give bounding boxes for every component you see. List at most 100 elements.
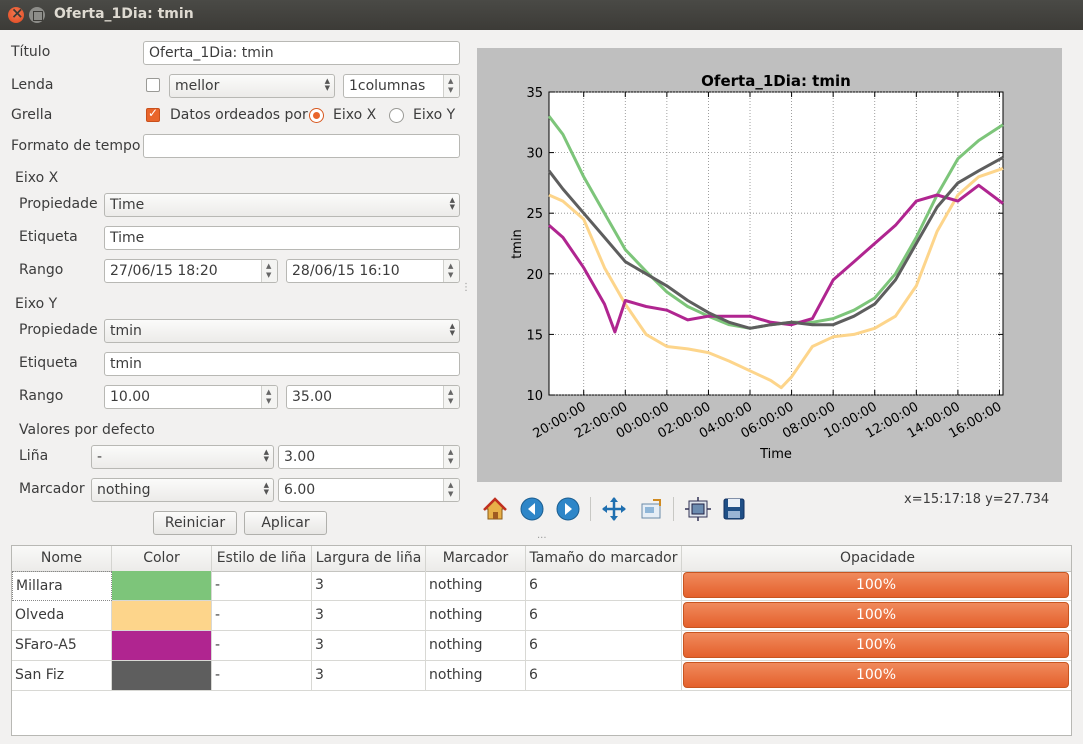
- save-icon[interactable]: [720, 495, 748, 523]
- zoom-icon[interactable]: [637, 495, 665, 523]
- linea-style-select[interactable]: - ▲ ▼: [91, 445, 274, 469]
- column-header-estilo[interactable]: Estilo de liña: [212, 546, 312, 572]
- spin-arrows-icon[interactable]: ▲ ▼: [443, 479, 459, 501]
- maximize-icon[interactable]: [29, 7, 45, 23]
- eixo-y-propiedade-select[interactable]: tmin ▲ ▼: [104, 319, 460, 343]
- eixo-x-radio[interactable]: [309, 108, 324, 123]
- table-cell-color[interactable]: [112, 661, 212, 691]
- plot-canvas[interactable]: 10 15 20 25 30 35 20:00:00 22:00:00 00:00:00 02:0…: [477, 48, 1062, 482]
- table-cell-marcador[interactable]: nothing: [426, 631, 526, 661]
- eixo-x-etiqueta-input[interactable]: Time: [104, 226, 460, 250]
- marcador-select[interactable]: nothing ▲ ▼: [91, 478, 274, 502]
- table-cell-tamano[interactable]: 6: [526, 661, 682, 691]
- column-header-largura[interactable]: Largura de liña: [312, 546, 426, 572]
- table-cell-tamano[interactable]: 6: [526, 601, 682, 631]
- eixo-x-rango-max[interactable]: 28/06/15 16:10 ▲ ▼: [286, 259, 460, 283]
- home-icon[interactable]: [481, 495, 509, 523]
- splitter-handle-horizontal[interactable]: ···: [537, 533, 547, 544]
- opacity-progress-bar[interactable]: 100%: [683, 602, 1069, 628]
- table-cell-tamano[interactable]: 6: [526, 571, 682, 601]
- series-table: Nome Color Estilo de liña Largura de liñ…: [11, 545, 1072, 736]
- column-header-marcador[interactable]: Marcador: [426, 546, 526, 572]
- eixo-x-rango-min[interactable]: 27/06/15 18:20 ▲ ▼: [104, 259, 278, 283]
- chart-svg: 10152025303520:00:0022:00:0000:00:0002:0…: [510, 72, 1004, 462]
- y-tick-label: 20: [526, 268, 543, 283]
- spin-arrows-icon[interactable]: ▲ ▼: [261, 386, 277, 408]
- table-cell-marcador[interactable]: nothing: [426, 601, 526, 631]
- updown-arrows-icon: ▲ ▼: [449, 196, 455, 211]
- lenda-columns-spin[interactable]: 1columnas ▲ ▼: [343, 74, 460, 98]
- x-axis-label: Time: [759, 447, 792, 462]
- forward-icon[interactable]: [554, 495, 582, 523]
- table-cell-marcador[interactable]: nothing: [426, 661, 526, 691]
- y-axis-label: tmin: [510, 229, 525, 259]
- table-cell-color[interactable]: [112, 631, 212, 661]
- table-cell-largura[interactable]: 3: [312, 661, 426, 691]
- splitter-handle[interactable]: ⋮: [461, 282, 471, 293]
- formato-tempo-input[interactable]: [143, 134, 460, 158]
- table-cell-largura[interactable]: 3: [312, 601, 426, 631]
- table-cell-nome[interactable]: Millara: [12, 571, 112, 601]
- opacity-progress-bar[interactable]: 100%: [683, 662, 1069, 688]
- defaults-section: Valores por defecto: [19, 422, 155, 438]
- eixo-y-propiedade-label: Propiedade: [19, 322, 98, 338]
- grella-checkbox[interactable]: [146, 106, 160, 122]
- table-cell-largura[interactable]: 3: [312, 631, 426, 661]
- titulo-input[interactable]: Oferta_1Dia: tmin: [143, 41, 460, 65]
- table-cell-tamano[interactable]: 6: [526, 631, 682, 661]
- eixo-y-radio[interactable]: [389, 108, 404, 123]
- lenda-position-select[interactable]: mellor ▲ ▼: [169, 74, 335, 98]
- column-header-color[interactable]: Color: [112, 546, 212, 572]
- eixo-x-rango-label: Rango: [19, 262, 64, 278]
- table-cell-estilo[interactable]: -: [212, 571, 312, 601]
- table-cell-nome[interactable]: San Fiz: [12, 661, 112, 691]
- toolbar-separator: [590, 497, 591, 521]
- linea-label: Liña: [19, 448, 49, 464]
- spin-arrows-icon[interactable]: ▲ ▼: [261, 260, 277, 282]
- configure-subplots-icon[interactable]: [684, 495, 712, 523]
- table-cell-estilo[interactable]: -: [212, 601, 312, 631]
- eixo-y-etiqueta-input[interactable]: tmin: [104, 352, 460, 376]
- eixo-x-propiedade-select[interactable]: Time ▲ ▼: [104, 193, 460, 217]
- linea-width-spin[interactable]: 3.00 ▲ ▼: [278, 445, 460, 469]
- grella-label: Grella: [11, 107, 53, 123]
- column-header-nome[interactable]: Nome: [12, 546, 112, 572]
- eixo-y-radio-label: Eixo Y: [413, 107, 456, 123]
- reiniciar-button[interactable]: Reiniciar: [153, 511, 237, 535]
- table-cell-estilo[interactable]: -: [212, 631, 312, 661]
- opacity-progress-bar[interactable]: 100%: [683, 572, 1069, 598]
- pan-icon[interactable]: [600, 495, 628, 523]
- spin-arrows-icon[interactable]: ▲ ▼: [443, 260, 459, 282]
- close-icon[interactable]: [8, 4, 24, 23]
- table-cell-color[interactable]: [112, 571, 212, 601]
- table-cell-nome[interactable]: SFaro-A5: [12, 631, 112, 661]
- datos-ordeados-label: Datos ordeados por: [170, 107, 308, 123]
- eixo-y-rango-label: Rango: [19, 388, 64, 404]
- eixo-y-rango-min[interactable]: 10.00 ▲ ▼: [104, 385, 278, 409]
- table-cell-largura[interactable]: 3: [312, 571, 426, 601]
- table-cell-estilo[interactable]: -: [212, 661, 312, 691]
- updown-arrows-icon: ▲ ▼: [263, 448, 269, 463]
- linea-width-value: 3.00: [284, 449, 316, 465]
- opacity-progress-bar[interactable]: 100%: [683, 632, 1069, 658]
- back-icon[interactable]: [518, 495, 546, 523]
- column-header-opacidade[interactable]: Opacidade: [682, 546, 1071, 572]
- spin-arrows-icon[interactable]: ▲ ▼: [443, 386, 459, 408]
- eixo-x-rango-max-value: 28/06/15 16:10: [292, 263, 400, 279]
- table-cell-color[interactable]: [112, 601, 212, 631]
- aplicar-button[interactable]: Aplicar: [244, 511, 327, 535]
- spin-arrows-icon[interactable]: ▲ ▼: [443, 75, 459, 97]
- column-header-tamano[interactable]: Tamaño do marcador: [526, 546, 682, 572]
- y-tick-label: 25: [526, 207, 543, 222]
- table-cell-marcador[interactable]: nothing: [426, 571, 526, 601]
- eixo-y-rango-max[interactable]: 35.00 ▲ ▼: [286, 385, 460, 409]
- eixo-y-section: Eixo Y: [15, 296, 58, 312]
- y-tick-label: 30: [526, 147, 543, 162]
- lenda-label: Lenda: [11, 77, 54, 93]
- lenda-checkbox[interactable]: [146, 78, 160, 92]
- table-cell-nome[interactable]: Olveda: [12, 601, 112, 631]
- spin-arrows-icon[interactable]: ▲ ▼: [443, 446, 459, 468]
- marcador-size-spin[interactable]: 6.00 ▲ ▼: [278, 478, 460, 502]
- y-tick-label: 15: [526, 328, 543, 343]
- toolbar-separator: [673, 497, 674, 521]
